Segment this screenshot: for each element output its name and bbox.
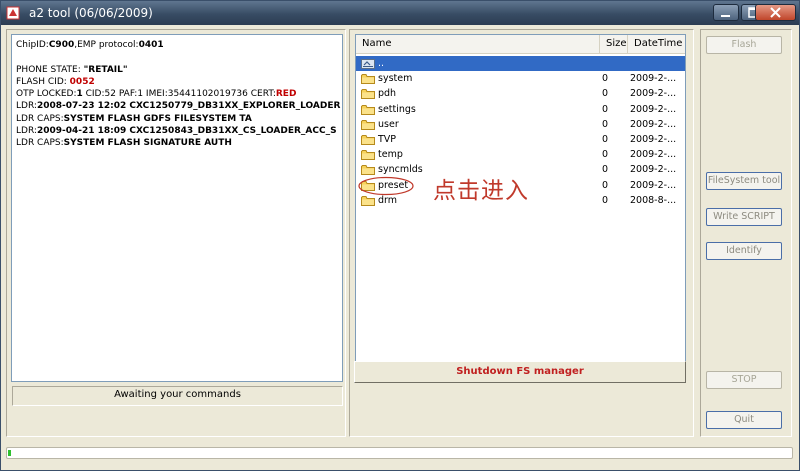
close-icon [770, 7, 781, 18]
file-list-header: Name Size DateTime [356, 35, 685, 54]
table-row[interactable]: TVP 0 2009-2-... [356, 132, 685, 147]
file-name: user [378, 118, 399, 130]
table-row[interactable]: system 0 2009-2-... [356, 71, 685, 86]
info-value: C900 [48, 40, 75, 50]
minimize-button[interactable] [713, 4, 739, 21]
file-datetime: 2009-2-... [630, 134, 677, 145]
table-row[interactable]: temp 0 2009-2-... [356, 147, 685, 162]
identify-button[interactable]: Identify [706, 242, 782, 260]
file-size: 0 [602, 118, 609, 130]
file-size: 0 [602, 194, 609, 206]
file-size: 0 [602, 149, 609, 161]
info-label: LDR: [16, 101, 37, 112]
window-title: a2 tool (06/06/2009) [29, 6, 153, 20]
info-value: SYSTEM FLASH SIGNATURE AUTH [63, 138, 232, 149]
file-datetime: 2009-2-... [630, 149, 677, 161]
info-line: LDR:2009-04-21 18:09 CXC1250843_DB31XX_C… [16, 125, 342, 137]
column-header-size[interactable]: Size [600, 35, 628, 53]
info-label: PHONE STATE: [16, 64, 84, 75]
table-row[interactable]: user 0 2009-2-... [356, 117, 685, 132]
app-icon [6, 6, 20, 20]
progress-fill [8, 450, 11, 456]
info-label: ChipID: [16, 40, 49, 50]
file-datetime: 2009-2-... [630, 73, 677, 85]
file-size: 0 [602, 134, 609, 145]
file-datetime: 2009-2-... [630, 88, 677, 100]
info-value: SYSTEM FLASH GDFS FILESYSTEM TA [63, 113, 252, 124]
info-line: PHONE STATE: "RETAIL" [16, 64, 342, 76]
highlight-ellipse [358, 176, 414, 196]
file-name: .. [356, 56, 600, 71]
table-row[interactable]: .. [356, 56, 685, 71]
file-size: 0 [602, 73, 609, 85]
minimize-icon [721, 15, 730, 17]
table-row[interactable]: pdh 0 2009-2-... [356, 86, 685, 101]
info-label: FLASH CID: [16, 76, 70, 87]
folder-icon [361, 165, 375, 176]
file-name: settings [378, 103, 416, 115]
info-label: LDR CAPS: [16, 138, 64, 149]
filesystem-tool-button[interactable]: FileSystem tool [706, 172, 782, 190]
click-to-enter-annotation: 点击进入 [433, 178, 529, 204]
info-value: 2008-07-23 12:02 CXC1250779_DB31XX_EXPLO… [36, 101, 341, 112]
info-value: "RETAIL" [83, 64, 128, 75]
info-label: OTP LOCKED: [16, 89, 77, 100]
file-datetime [628, 56, 685, 71]
column-header-name[interactable]: Name [356, 35, 600, 53]
folder-icon [361, 74, 375, 85]
device-info-box: ChipID:C900,EMP protocol:0401 PHONE STAT… [11, 34, 343, 382]
file-datetime: 2008-8-... [630, 194, 677, 206]
folder-icon [361, 135, 375, 145]
file-size: 0 [602, 103, 609, 115]
write-script-button[interactable]: Write SCRIPT [706, 208, 782, 226]
info-line-empty [16, 51, 342, 63]
file-size [600, 56, 628, 71]
info-value: 2009-04-21 18:09 CXC1250843_DB31XX_CS_LO… [36, 126, 337, 137]
file-size: 0 [602, 164, 609, 176]
info-label: CID:52 PAF:1 IMEI:35441102019736 CERT: [82, 89, 276, 100]
info-line: LDR CAPS:SYSTEM FLASH SIGNATURE AUTH [16, 137, 342, 149]
info-label: ,EMP protocol: [74, 40, 139, 50]
column-header-datetime[interactable]: DateTime [628, 35, 685, 53]
main-content: ChipID:C900,EMP protocol:0401 PHONE STAT… [1, 26, 799, 470]
table-row[interactable]: settings 0 2009-2-... [356, 102, 685, 117]
shutdown-fs-manager-button[interactable]: Shutdown FS manager [354, 361, 686, 383]
info-value: RED [275, 89, 297, 100]
info-line: FLASH CID: 0052 [16, 76, 342, 88]
file-size: 0 [602, 88, 609, 100]
folder-icon [361, 150, 375, 161]
folder-icon [361, 104, 375, 115]
info-line: ChipID:C900,EMP protocol:0401 [16, 39, 342, 51]
app-window: a2 tool (06/06/2009) ChipID:C900,EMP pro… [0, 0, 800, 471]
info-value: 0052 [69, 76, 95, 87]
quit-button[interactable]: Quit [706, 411, 782, 429]
folder-icon [361, 119, 375, 130]
file-datetime: 2009-2-... [630, 118, 677, 130]
file-name: TVP [378, 134, 397, 145]
flash-button[interactable]: Flash [706, 36, 782, 54]
progress-bar [6, 447, 793, 459]
close-button[interactable] [755, 4, 796, 21]
file-name: temp [378, 149, 403, 161]
status-bar: Awaiting your commands [12, 386, 343, 406]
info-line: LDR:2008-07-23 12:02 CXC1250779_DB31XX_E… [16, 100, 342, 112]
title-bar[interactable]: a2 tool (06/06/2009) [1, 1, 799, 25]
file-size: 0 [602, 179, 609, 191]
file-name: system [378, 73, 413, 85]
info-value: 0401 [138, 40, 164, 50]
file-datetime: 2009-2-... [630, 179, 677, 191]
info-line: OTP LOCKED:1 CID:52 PAF:1 IMEI:354411020… [16, 88, 342, 100]
folder-icon [361, 89, 375, 100]
info-line: LDR CAPS:SYSTEM FLASH GDFS FILESYSTEM TA [16, 113, 342, 125]
folder-icon [361, 195, 375, 206]
file-datetime: 2009-2-... [630, 103, 677, 115]
stop-button[interactable]: STOP [706, 371, 782, 389]
file-name: pdh [378, 88, 397, 100]
parent-folder-icon [361, 59, 375, 69]
info-label: LDR: [16, 126, 37, 137]
info-label: LDR CAPS: [16, 113, 64, 124]
file-datetime: 2009-2-... [630, 164, 677, 176]
